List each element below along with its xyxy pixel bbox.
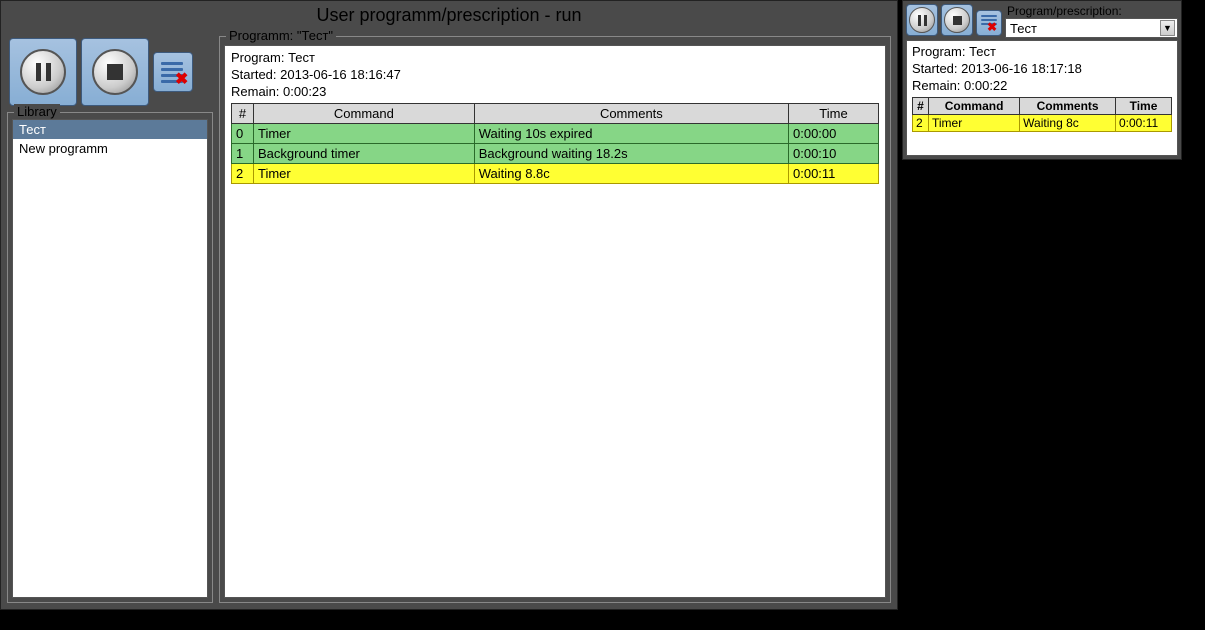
- stop-button[interactable]: [81, 38, 149, 106]
- program-group: Programm: "Тест" Program: Тест Started: …: [219, 36, 891, 603]
- table-row[interactable]: 2 Timer Waiting 8.8c 0:00:11: [232, 163, 879, 183]
- col-num[interactable]: #: [232, 103, 254, 123]
- widget-pause-button[interactable]: [906, 4, 938, 36]
- pause-button[interactable]: [9, 38, 77, 106]
- clear-list-icon: ✖: [159, 58, 187, 86]
- program-panel: Program: Тест Started: 2013-06-16 18:16:…: [224, 45, 886, 598]
- widget-clear-button[interactable]: ✖: [976, 10, 1002, 36]
- main-window: User programm/prescription - run: [0, 0, 898, 610]
- program-started-line: Started: 2013-06-16 18:16:47: [231, 67, 879, 84]
- col-comments[interactable]: Comments: [474, 103, 788, 123]
- cell-num: 2: [232, 163, 254, 183]
- widget-remain-line: Remain: 0:00:22: [912, 78, 1172, 95]
- cell-comments: Waiting 8c: [1020, 114, 1116, 131]
- cell-comments: Waiting 8.8c: [474, 163, 788, 183]
- table-row[interactable]: 1 Background timer Background waiting 18…: [232, 143, 879, 163]
- stop-icon: [92, 49, 138, 95]
- mini-widget: ✖ Program/prescription: Тест ▼ Program: …: [902, 0, 1182, 160]
- library-label: Library: [14, 104, 60, 119]
- widget-dropdown-label: Program/prescription:: [1005, 4, 1178, 18]
- col-command[interactable]: Command: [254, 103, 475, 123]
- main-toolbar: ✖: [7, 36, 213, 108]
- col-command[interactable]: Command: [929, 97, 1020, 114]
- table-row[interactable]: 2 Timer Waiting 8c 0:00:11: [913, 114, 1172, 131]
- clear-list-icon: ✖: [979, 13, 999, 33]
- cell-num: 2: [913, 114, 929, 131]
- col-num[interactable]: #: [913, 97, 929, 114]
- table-row[interactable]: 0 Timer Waiting 10s expired 0:00:00: [232, 123, 879, 143]
- widget-program-line: Program: Тест: [912, 44, 1172, 61]
- widget-dropdown-value: Тест: [1010, 21, 1037, 36]
- cell-time: 0:00:11: [1116, 114, 1172, 131]
- widget-panel: Program: Тест Started: 2013-06-16 18:17:…: [906, 40, 1178, 156]
- pause-icon: [909, 7, 935, 33]
- cell-num: 1: [232, 143, 254, 163]
- program-name-line: Program: Тест: [231, 50, 879, 67]
- widget-stop-button[interactable]: [941, 4, 973, 36]
- cell-command: Background timer: [254, 143, 475, 163]
- col-time[interactable]: Time: [1116, 97, 1172, 114]
- stop-icon: [944, 7, 970, 33]
- library-group: Library Тест New programm: [7, 112, 213, 603]
- cell-command: Timer: [254, 163, 475, 183]
- library-list[interactable]: Тест New programm: [12, 119, 208, 598]
- cell-command: Timer: [929, 114, 1020, 131]
- col-time[interactable]: Time: [789, 103, 879, 123]
- clear-list-button[interactable]: ✖: [153, 52, 193, 92]
- cell-time: 0:00:11: [789, 163, 879, 183]
- widget-table: # Command Comments Time 2 Timer Waiting …: [912, 97, 1172, 132]
- program-remain-line: Remain: 0:00:23: [231, 84, 879, 101]
- col-comments[interactable]: Comments: [1020, 97, 1116, 114]
- window-title: User programm/prescription - run: [1, 1, 897, 30]
- cell-comments: Waiting 10s expired: [474, 123, 788, 143]
- widget-dropdown[interactable]: Тест ▼: [1005, 18, 1178, 38]
- library-item[interactable]: Тест: [13, 120, 207, 139]
- program-group-label: Programm: "Тест": [226, 28, 336, 43]
- cell-time: 0:00:10: [789, 143, 879, 163]
- cell-num: 0: [232, 123, 254, 143]
- cell-comments: Background waiting 18.2s: [474, 143, 788, 163]
- cell-command: Timer: [254, 123, 475, 143]
- cell-time: 0:00:00: [789, 123, 879, 143]
- widget-started-line: Started: 2013-06-16 18:17:18: [912, 61, 1172, 78]
- library-item[interactable]: New programm: [13, 139, 207, 158]
- pause-icon: [20, 49, 66, 95]
- chevron-down-icon: ▼: [1160, 20, 1175, 36]
- program-table: # Command Comments Time 0 Timer: [231, 103, 879, 184]
